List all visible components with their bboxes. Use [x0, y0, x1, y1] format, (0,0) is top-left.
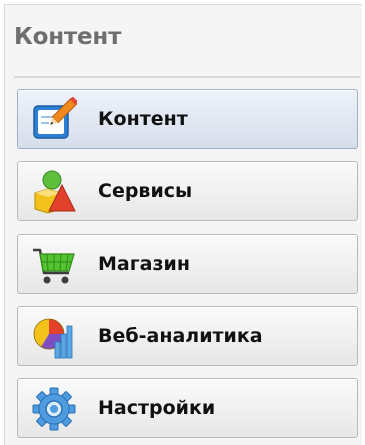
pencil-icon: [31, 97, 77, 143]
menu-item-label: Магазин: [98, 253, 190, 275]
menu-item-label: Сервисы: [98, 180, 193, 202]
shopping-cart-icon: [31, 242, 77, 288]
menu-item-label: Настройки: [98, 397, 216, 419]
pie-chart-icon: [31, 314, 77, 360]
menu-item-web-analytics[interactable]: Веб-аналитика: [17, 306, 358, 366]
title-divider: [14, 76, 360, 78]
menu-item-label: Веб-аналитика: [98, 325, 263, 347]
menu-item-settings[interactable]: Настройки: [17, 378, 358, 438]
gear-icon: [31, 386, 77, 432]
menu-item-services[interactable]: Сервисы: [17, 161, 358, 221]
menu-item-label: Контент: [98, 108, 188, 130]
menu-item-shop[interactable]: Магазин: [17, 234, 358, 294]
shapes-icon: [31, 169, 77, 215]
panel-title: Контент: [14, 24, 122, 50]
menu-item-content[interactable]: Контент: [17, 89, 358, 149]
